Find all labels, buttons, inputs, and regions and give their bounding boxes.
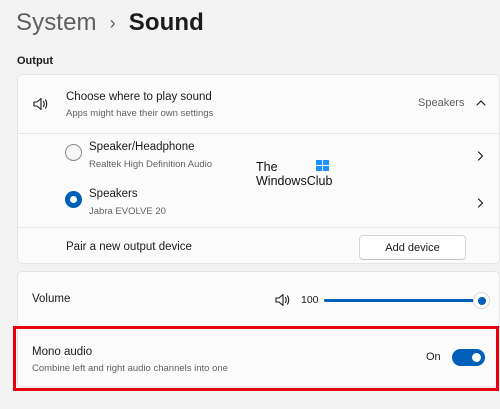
volume-slider-thumb[interactable]	[473, 292, 490, 309]
device-radio-speakers[interactable]	[65, 191, 82, 208]
chevron-right-icon[interactable]	[477, 198, 484, 208]
mono-audio-title: Mono audio	[32, 346, 93, 358]
device-name: Speaker/Headphone	[89, 141, 195, 153]
chevron-right-icon[interactable]	[477, 151, 484, 161]
device-radio-speaker-headphone[interactable]	[65, 144, 82, 161]
pair-device-label: Pair a new output device	[66, 241, 192, 253]
volume-label: Volume	[32, 293, 71, 305]
mono-audio-subtitle: Combine left and right audio channels in…	[32, 363, 228, 374]
watermark-line2: WindowsClub	[256, 174, 333, 188]
choose-output-title: Choose where to play sound	[66, 91, 212, 103]
chevron-up-icon[interactable]	[476, 99, 486, 107]
divider	[18, 227, 499, 228]
add-device-button[interactable]: Add device	[359, 235, 466, 260]
selected-device-label: Speakers	[418, 97, 465, 109]
volume-slider-thumb-dot	[477, 296, 486, 305]
speaker-icon	[33, 97, 48, 111]
breadcrumb-separator: ›	[109, 12, 116, 33]
device-name: Speakers	[89, 188, 138, 200]
volume-icon[interactable]	[275, 293, 291, 307]
mono-audio-card: Mono audio Combine left and right audio …	[17, 327, 500, 387]
breadcrumb: System › Sound	[16, 6, 204, 40]
page-title: Sound	[128, 9, 204, 36]
device-detail: Realtek High Definition Audio	[89, 159, 213, 170]
toggle-knob	[472, 353, 481, 362]
watermark-logo-icon	[316, 160, 329, 171]
volume-value: 100	[301, 294, 319, 306]
choose-output-subtitle: Apps might have their own settings	[66, 108, 214, 119]
device-detail: Jabra EVOLVE 20	[89, 206, 166, 217]
volume-slider-track[interactable]	[324, 299, 482, 302]
breadcrumb-system[interactable]: System	[16, 9, 97, 37]
mono-audio-state: On	[426, 351, 441, 363]
output-section-label: Output	[17, 55, 54, 67]
choose-output-row[interactable]: Choose where to play sound Apps might ha…	[18, 75, 499, 133]
volume-card: Volume 100	[17, 271, 500, 327]
mono-audio-toggle[interactable]	[452, 349, 485, 366]
